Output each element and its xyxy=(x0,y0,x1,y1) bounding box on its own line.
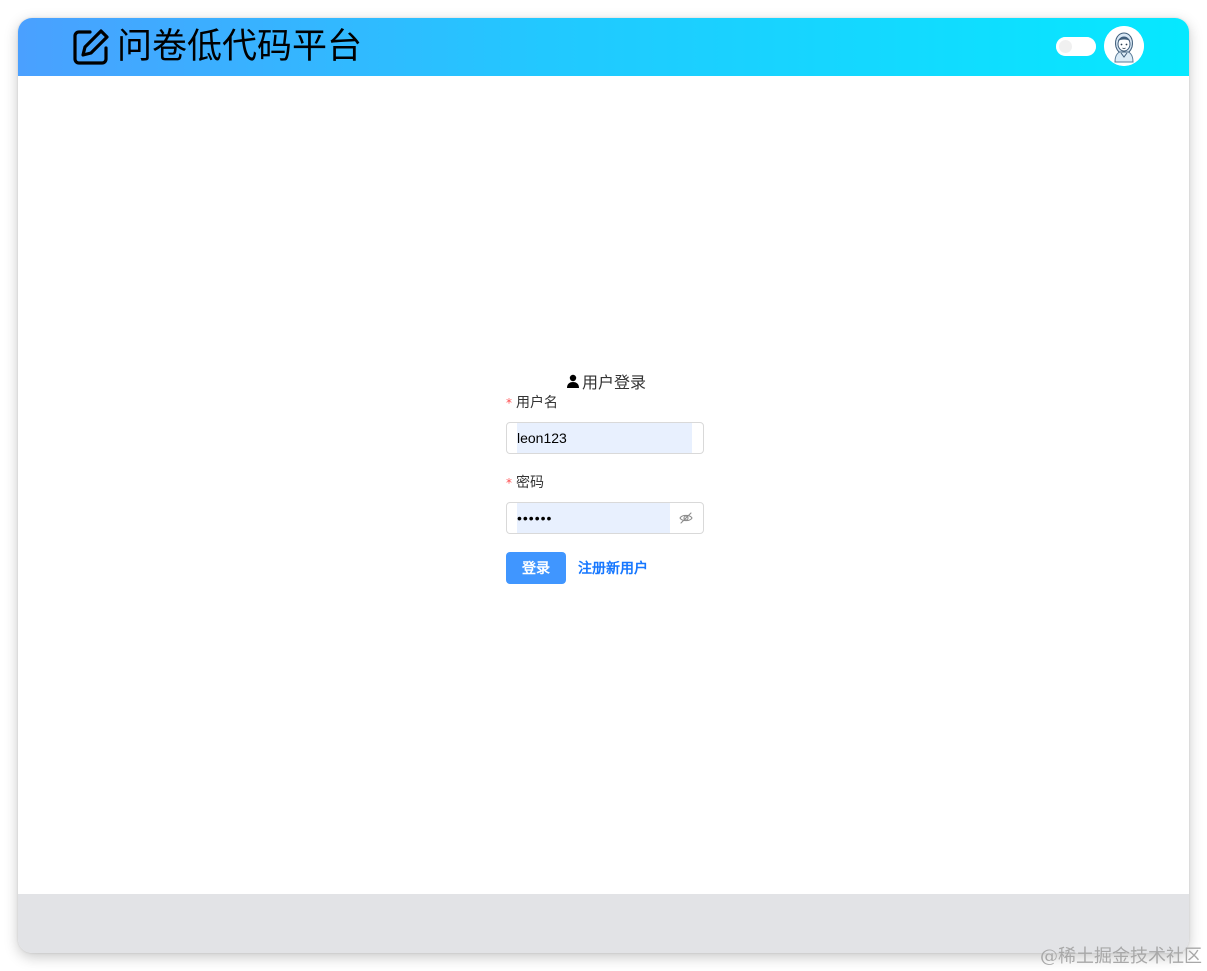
username-input-wrapper[interactable] xyxy=(506,422,704,454)
logo-title: 问卷低代码平台 xyxy=(117,27,363,67)
password-label-text: 密码 xyxy=(516,474,544,490)
eye-invisible-icon[interactable] xyxy=(679,511,693,525)
password-input-wrapper[interactable] xyxy=(506,502,704,534)
password-label: * 密码 xyxy=(506,472,544,492)
avatar-illustration-icon xyxy=(1104,26,1144,66)
logo[interactable]: 问卷低代码平台 xyxy=(71,24,362,70)
main-content: 用户登录 * 用户名 * 密码 登录 注册新用户 xyxy=(18,76,1189,894)
theme-toggle-switch[interactable] xyxy=(1056,37,1096,56)
password-input[interactable] xyxy=(517,503,670,533)
user-avatar[interactable] xyxy=(1104,26,1144,66)
username-input[interactable] xyxy=(517,423,692,453)
required-mark: * xyxy=(506,396,512,410)
login-title-text: 用户登录 xyxy=(582,375,647,392)
login-title: 用户登录 xyxy=(566,369,646,393)
toggle-knob xyxy=(1059,40,1072,53)
watermark-text: @稀土掘金技术社区 xyxy=(1040,946,1202,967)
app-window: 问卷低代码平台 用户登录 * 用户名 leon123 * 密码 •••••• 登… xyxy=(18,18,1189,953)
footer xyxy=(18,894,1189,953)
required-mark: * xyxy=(506,476,512,490)
login-button[interactable]: 登录 xyxy=(506,552,566,584)
username-label-text: 用户名 xyxy=(516,394,558,410)
register-link[interactable]: 注册新用户 xyxy=(578,552,648,584)
edit-icon xyxy=(71,27,111,67)
username-label: * 用户名 xyxy=(506,392,558,412)
header-bar: 问卷低代码平台 xyxy=(18,18,1189,76)
user-icon xyxy=(566,374,580,388)
